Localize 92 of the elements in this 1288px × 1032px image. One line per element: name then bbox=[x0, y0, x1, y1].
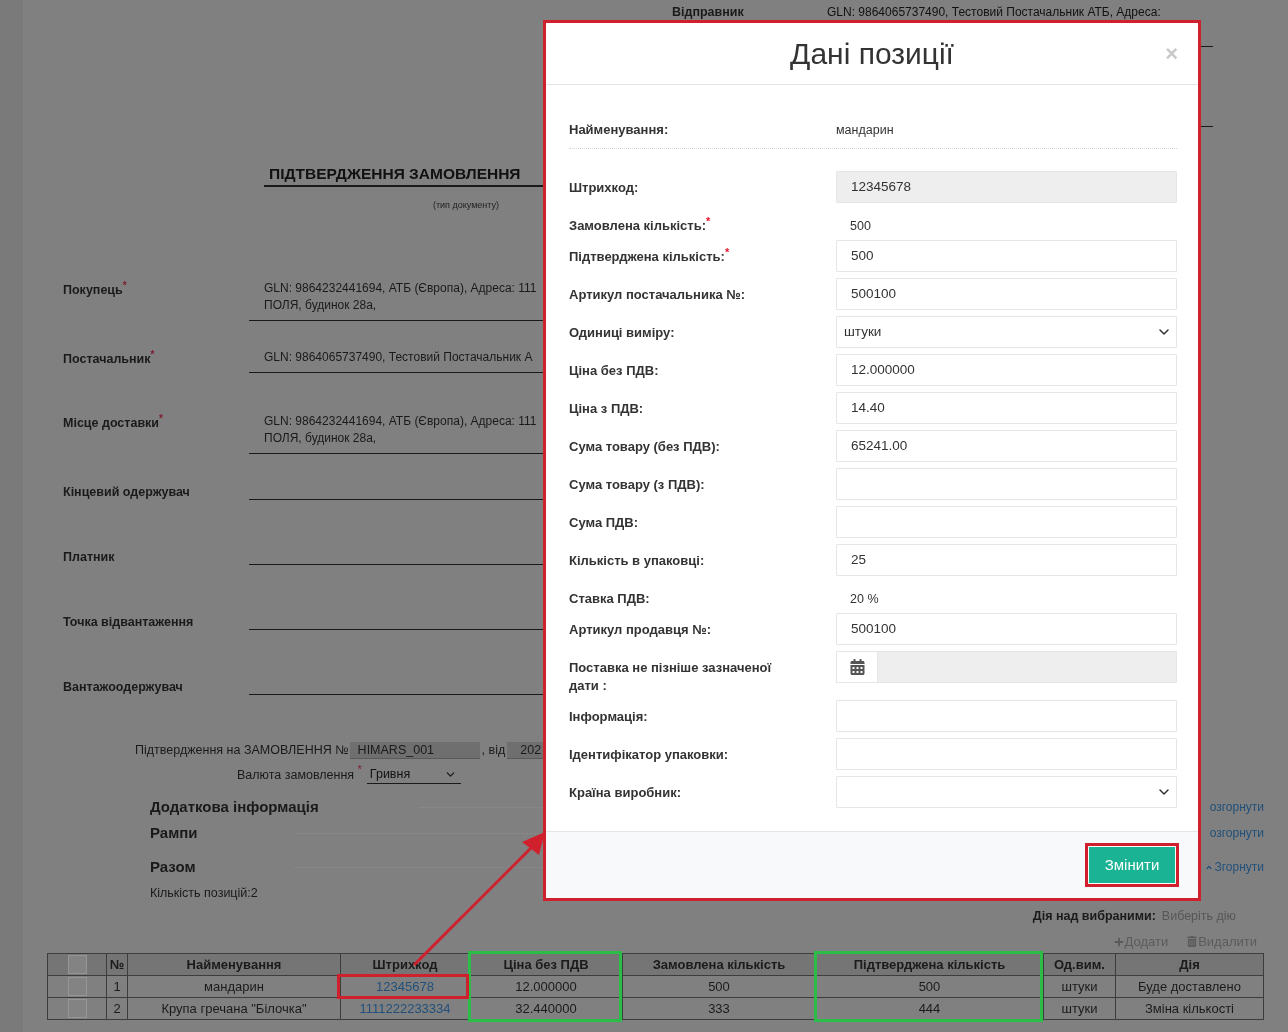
field-label: Артикул продавця №: bbox=[569, 622, 711, 637]
readonly-input[interactable]: 12345678 bbox=[836, 171, 1177, 203]
text-input[interactable] bbox=[836, 700, 1177, 732]
order-number-field[interactable]: HIMARS_001 bbox=[349, 742, 480, 759]
currency-select[interactable]: Гривня bbox=[366, 766, 461, 784]
text-input[interactable]: 65241.00 bbox=[836, 430, 1177, 462]
field-label: Інформація: bbox=[569, 709, 648, 724]
checkbox[interactable] bbox=[67, 999, 87, 1018]
checkbox[interactable] bbox=[67, 955, 87, 974]
text-input[interactable]: 500100 bbox=[836, 278, 1177, 310]
field-value: 500 bbox=[850, 219, 871, 233]
field-label: Ціна без ПДВ: bbox=[569, 363, 659, 378]
field-value: 20 % bbox=[850, 592, 879, 606]
text-input[interactable] bbox=[836, 506, 1177, 538]
field-label: Країна виробник: bbox=[569, 785, 682, 800]
dialog-title: Дані позиції bbox=[790, 35, 954, 72]
table-cell: мандарин bbox=[127, 975, 341, 998]
field-label: Сума ПДВ: bbox=[569, 515, 639, 530]
expand-link[interactable]: озгорнути bbox=[1209, 824, 1264, 842]
table-cell: штуки bbox=[1043, 997, 1116, 1020]
field-value: мандарин bbox=[836, 123, 894, 137]
text-input[interactable]: 500 bbox=[836, 240, 1177, 272]
select-field[interactable] bbox=[836, 776, 1177, 808]
collapse-link[interactable]: Згорнути bbox=[1206, 858, 1264, 876]
table-cell: 2 bbox=[106, 997, 128, 1020]
field-label: Підтверджена кількість:$^{*}$ bbox=[569, 249, 730, 264]
column-header: Дія bbox=[1115, 953, 1264, 976]
text-input[interactable]: 500100 bbox=[836, 613, 1177, 645]
field-label: Сума товару (з ПДВ): bbox=[569, 477, 705, 492]
table-cell: Буде доставлено bbox=[1115, 975, 1264, 998]
field-value: GLN: 9864232441694, АТБ (Європа), Адреса: 111 ПОЛЯ, будинок 28а, bbox=[264, 280, 537, 314]
checkbox[interactable] bbox=[67, 977, 87, 996]
field-label: Валюта замовлення $^{*}$ bbox=[237, 766, 362, 784]
expand-link[interactable]: озгорнути bbox=[1209, 798, 1264, 816]
table-cell: Зміна кількості bbox=[1115, 997, 1264, 1020]
barcode-link[interactable]: 12345678 bbox=[376, 978, 434, 994]
field-value: GLN: 9864065737490, Тестовий Постачальник А bbox=[264, 349, 533, 366]
field-label: Сума товару (без ПДВ): bbox=[569, 439, 720, 454]
positions-count: Кількість позицій:2 bbox=[150, 886, 258, 900]
field-label: Платник bbox=[63, 550, 115, 564]
field-label: Поставка не пізніше зазначеної дати : bbox=[569, 660, 772, 693]
text-input[interactable] bbox=[836, 738, 1177, 770]
field-value: GLN: 9864232441694, АТБ (Європа), Адреса: 111 ПОЛЯ, будинок 28а, bbox=[264, 413, 537, 447]
submit-button[interactable]: Змінити bbox=[1089, 847, 1175, 883]
trash-icon bbox=[1187, 936, 1198, 947]
field-label: Кінцевий одержувач bbox=[63, 485, 190, 499]
column-header: Підтверджена кількість bbox=[815, 953, 1044, 976]
document-title: ПІДТВЕРДЖЕННЯ ЗАМОВЛЕННЯ bbox=[269, 165, 521, 182]
column-header: Од.вим. bbox=[1043, 953, 1116, 976]
section-title: Рампи bbox=[150, 823, 198, 843]
table-cell: 1 bbox=[106, 975, 128, 998]
calendar-icon bbox=[849, 659, 865, 675]
table-cell: 500 bbox=[815, 975, 1044, 998]
table-cell: Крупа гречана "Білочка" bbox=[127, 997, 341, 1020]
table-cell: штуки bbox=[1043, 975, 1116, 998]
field-label: Ставка ПДВ: bbox=[569, 591, 650, 606]
section-title: Разом bbox=[150, 857, 196, 877]
section-title: Додаткова інформація bbox=[150, 797, 319, 817]
calendar-button[interactable] bbox=[836, 651, 878, 683]
text-input[interactable]: 12.000000 bbox=[836, 354, 1177, 386]
field-label: Штрихкод: bbox=[569, 180, 639, 195]
field-label: Ідентифікатор упаковки: bbox=[569, 747, 729, 762]
field-label: Точка відвантаження bbox=[63, 615, 194, 629]
field-label: Підтвердження на ЗАМОВЛЕННЯ № bbox=[135, 742, 349, 759]
table-cell: 12.000000 bbox=[469, 975, 623, 998]
field-label: Місце доставки$^{*}$ bbox=[63, 416, 163, 430]
field-label: Ціна з ПДВ: bbox=[569, 401, 644, 416]
field-label: Відправник bbox=[672, 5, 744, 19]
chevron-up-icon bbox=[1206, 864, 1213, 870]
field-label: Дія над вибраними: bbox=[1032, 908, 1156, 925]
text-input[interactable]: 25 bbox=[836, 544, 1177, 576]
column-header: № bbox=[106, 953, 128, 976]
column-header: Замовлена кількість bbox=[622, 953, 816, 976]
field-label: Кількість в упаковці: bbox=[569, 553, 705, 568]
field-label: , від bbox=[481, 742, 506, 759]
plus-icon bbox=[1113, 936, 1124, 947]
field-label: Вантажоодержувач bbox=[63, 680, 183, 694]
document-type-caption: (тип документу) bbox=[432, 200, 500, 210]
field-label: Постачальник$^{*}$ bbox=[63, 352, 155, 366]
text-input[interactable]: 14.40 bbox=[836, 392, 1177, 424]
field-label: Артикул постачальника №: bbox=[569, 287, 746, 302]
text-input[interactable] bbox=[836, 468, 1177, 500]
field-label: Замовлена кількість:$^{*}$ bbox=[569, 218, 711, 233]
date-input[interactable] bbox=[878, 651, 1177, 683]
select-field[interactable]: штуки bbox=[836, 316, 1177, 348]
order-date-field[interactable]: 202 bbox=[507, 742, 545, 759]
column-header: Ціна без ПДВ bbox=[469, 953, 623, 976]
field-label: Найменування: bbox=[569, 122, 669, 137]
field-label: Одиниці виміру: bbox=[569, 325, 675, 340]
column-header: Найменування bbox=[127, 953, 341, 976]
barcode-link[interactable]: 1111222233334 bbox=[359, 1000, 451, 1016]
field-label: Покупець$^{*}$ bbox=[63, 283, 127, 297]
